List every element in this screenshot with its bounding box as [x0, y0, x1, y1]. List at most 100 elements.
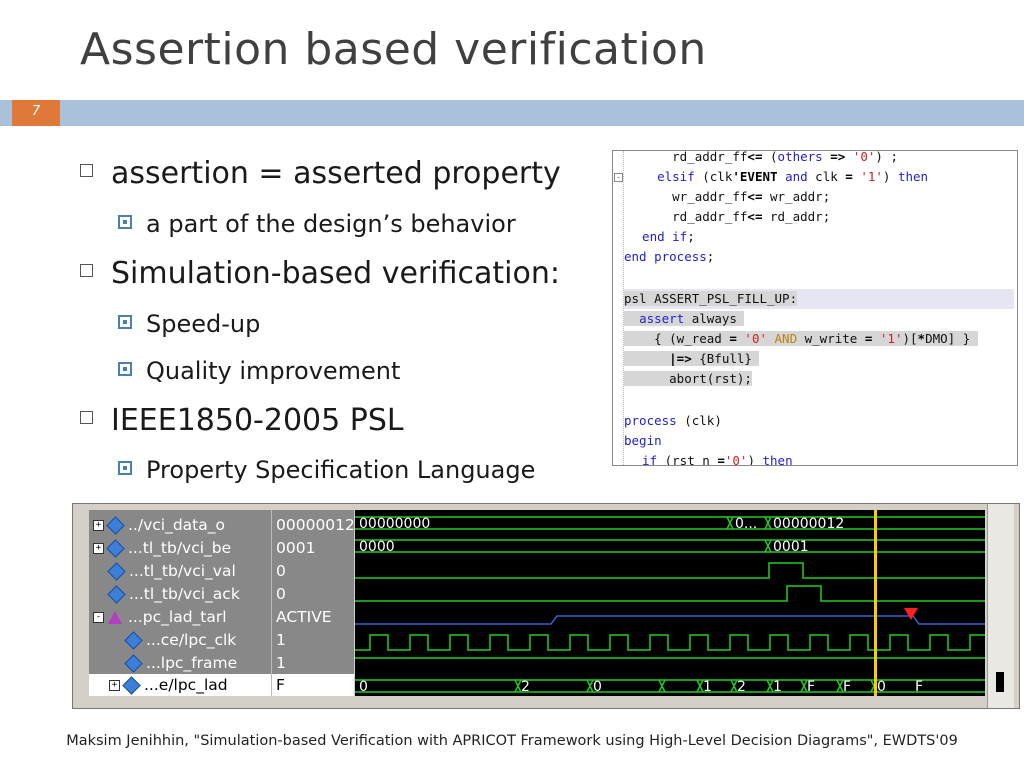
bullet-square-icon	[80, 411, 93, 424]
bullet-square-icon	[80, 164, 93, 177]
sub-bullet-item: a part of the design’s behavior	[118, 210, 516, 238]
sub-bullet-icon	[118, 215, 132, 229]
code-line: psl ASSERT_PSL_FILL_UP:	[624, 289, 1014, 309]
code-line: process (clk)	[624, 413, 722, 428]
signal-row[interactable]: + ../vci_data_o	[93, 514, 225, 536]
code-line: { (w_read = '0' AND w_write = '1')[*DMO]…	[624, 331, 978, 346]
signal-value: 1	[276, 631, 286, 649]
signal-value: ACTIVE	[276, 608, 332, 626]
code-line: abort(rst);	[624, 371, 752, 386]
code-line: begin	[624, 433, 662, 448]
code-line: assert always	[624, 309, 745, 329]
trace-vci-val	[355, 562, 985, 579]
sub-bullet-text: Property Specification Language	[146, 456, 536, 484]
scrollbar-thumb[interactable]	[996, 672, 1004, 692]
bus-label: 0	[877, 679, 886, 695]
slide-footer: Maksim Jenihhin, "Simulation-based Verif…	[66, 733, 958, 749]
signal-diamond-icon	[107, 562, 126, 581]
signal-name-pane: + ../vci_data_o + ...tl_tb/vci_be ...tl_tb…	[89, 510, 271, 696]
signal-name: ...tl_tb/vci_ack	[129, 585, 240, 603]
code-line: rd_addr_ff<= (others => '0') ;	[627, 150, 898, 164]
vertical-scrollbar[interactable]	[987, 504, 1014, 708]
expand-plus-icon[interactable]: +	[109, 680, 120, 691]
code-line: elsif (clk'EVENT and clk = '1') then	[627, 169, 929, 184]
signal-name: ...e/lpc_lad	[144, 676, 228, 694]
signal-row[interactable]: ...lpc_frame	[124, 652, 237, 674]
waveform-viewer: + ../vci_data_o + ...tl_tb/vci_be ...tl_tb…	[72, 503, 1020, 709]
bullet-item: assertion = asserted property	[80, 156, 561, 191]
bullet-text: IEEE1850-2005 PSL	[111, 403, 404, 438]
signal-diamond-icon	[122, 676, 141, 695]
signal-value: 0	[276, 585, 286, 603]
sub-bullet-icon	[118, 461, 132, 475]
trace-state	[355, 615, 985, 625]
bus-label: 0	[593, 679, 602, 695]
bus-label: 00000012	[773, 516, 844, 532]
signal-row[interactable]: ...ce/lpc_clk	[124, 629, 237, 651]
sub-bullet-text: Quality improvement	[146, 357, 401, 385]
bus-trace-vci-data-o	[355, 516, 985, 530]
expand-plus-icon[interactable]: +	[93, 520, 104, 531]
sub-bullet-text: Speed-up	[146, 310, 261, 338]
bullet-text: Simulation-based verification:	[111, 256, 560, 291]
sub-bullet-item: Property Specification Language	[118, 456, 535, 484]
signal-diamond-icon	[124, 654, 143, 673]
signal-value: 1	[276, 654, 286, 672]
signal-name: ...tl_tb/vci_val	[129, 562, 236, 580]
bus-label: 0000	[359, 539, 395, 555]
waveform-plot[interactable]: 00000000 0... 00000012 0000 0001 0 2 0 1…	[355, 510, 985, 696]
code-line: if (rst_n ='0') then	[627, 453, 793, 466]
code-line: end process;	[624, 249, 715, 264]
code-listing: - - rd_addr_ff<= (others => '0') ; elsif…	[612, 150, 1018, 466]
bus-trace-lpc-lad	[355, 679, 985, 693]
bus-label: 2	[737, 679, 746, 695]
sub-bullet-item: Speed-up	[118, 310, 260, 338]
signal-row[interactable]: ...tl_tb/vci_ack	[107, 583, 240, 605]
signal-diamond-icon	[107, 585, 126, 604]
expand-plus-icon[interactable]: +	[93, 543, 104, 554]
sub-bullet-item: Quality improvement	[118, 357, 400, 385]
bullet-item: IEEE1850-2005 PSL	[80, 403, 404, 438]
bus-label: 1	[773, 679, 782, 695]
code-line: rd_addr_ff<= rd_addr;	[627, 209, 831, 224]
time-cursor[interactable]	[874, 510, 877, 696]
signal-row[interactable]: ...tl_tb/vci_val	[107, 560, 236, 582]
sub-bullet-text: a part of the design’s behavior	[146, 210, 516, 238]
bus-label: F	[915, 679, 923, 695]
trace-vci-ack	[355, 585, 985, 602]
signal-diamond-icon	[106, 516, 125, 535]
signal-name: ...ce/lpc_clk	[146, 631, 237, 649]
signal-value: 0	[276, 562, 286, 580]
signal-row[interactable]: - ...pc_lad_tarl	[93, 606, 227, 628]
signal-name: ...tl_tb/vci_be	[128, 539, 232, 557]
bus-label: 0...	[735, 516, 757, 532]
signal-value-selected: F	[272, 674, 354, 696]
trace-lpc-clk	[355, 634, 985, 651]
sub-bullet-icon	[118, 315, 132, 329]
fold-minus-icon[interactable]: -	[614, 173, 623, 182]
bus-label: F	[843, 679, 851, 695]
signal-triangle-icon	[108, 611, 122, 624]
signal-diamond-icon	[124, 631, 143, 650]
signal-row[interactable]: + ...tl_tb/vci_be	[93, 537, 231, 559]
bus-label: 00000000	[359, 516, 430, 532]
signal-value: 00000012	[276, 516, 355, 534]
bus-transition	[514, 679, 878, 693]
code-line: end if;	[627, 229, 695, 244]
bullet-list: assertion = asserted property a part of …	[0, 0, 600, 500]
assertion-fail-marker-icon	[904, 608, 918, 620]
code-line: wr_addr_ff<= wr_addr;	[627, 189, 831, 204]
bullet-square-icon	[80, 264, 93, 277]
waveform-svg: 00000000 0... 00000012 0000 0001 0 2 0 1…	[355, 510, 985, 696]
signal-diamond-icon	[106, 539, 125, 558]
collapse-minus-icon[interactable]: -	[93, 612, 104, 623]
signal-name: ../vci_data_o	[128, 516, 225, 534]
sub-bullet-icon	[118, 362, 132, 376]
signal-row-selected[interactable]: + ...e/lpc_lad	[89, 674, 271, 696]
signal-value: 0001	[276, 539, 316, 557]
bus-label: 2	[521, 679, 530, 695]
bus-trace-vci-be	[355, 539, 985, 553]
code-gutter	[613, 151, 624, 465]
signal-name: ...pc_lad_tarl	[128, 608, 227, 626]
bullet-item: Simulation-based verification:	[80, 256, 560, 291]
